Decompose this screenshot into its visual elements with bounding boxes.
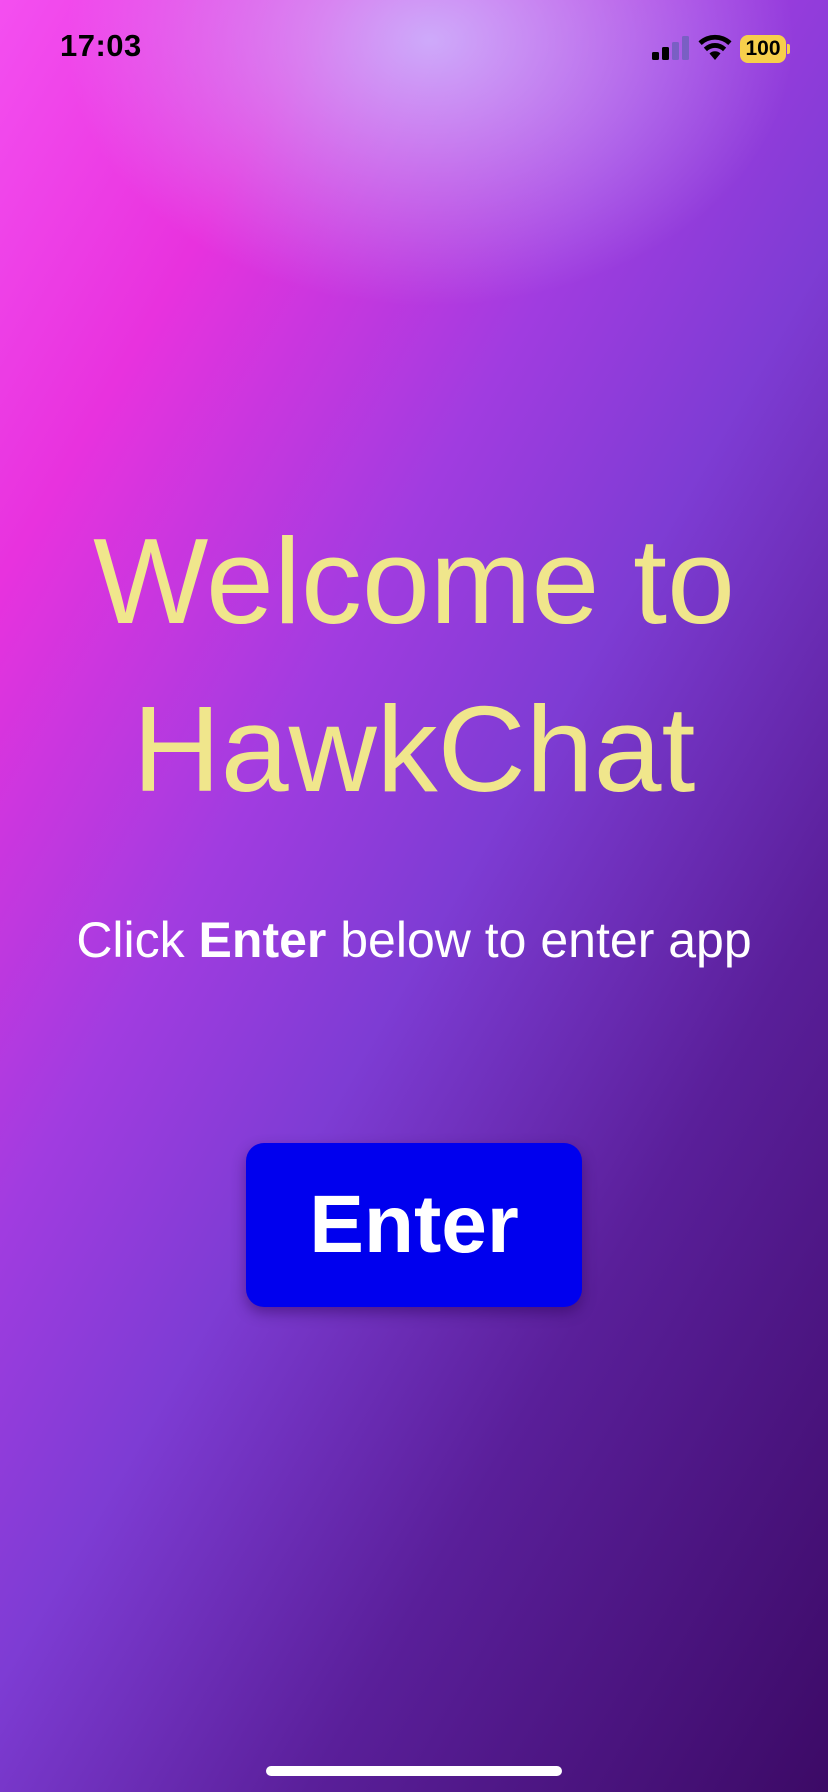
welcome-title-line2: HawkChat: [132, 681, 696, 817]
welcome-title: Welcome to HawkChat: [0, 497, 828, 833]
instruction-suffix: below to enter app: [326, 912, 752, 968]
battery-level: 100: [745, 37, 781, 60]
instruction-text: Click Enter below to enter app: [0, 910, 828, 970]
welcome-title-line1: Welcome to: [93, 513, 735, 649]
instruction-emphasis: Enter: [198, 912, 327, 968]
battery-icon: 100: [740, 35, 790, 63]
wifi-icon: [698, 34, 732, 60]
enter-button[interactable]: Enter: [246, 1143, 582, 1307]
cellular-signal-icon: [652, 36, 689, 60]
home-indicator[interactable]: [266, 1766, 562, 1776]
instruction-prefix: Click: [76, 912, 199, 968]
status-bar: 17:03 100: [0, 0, 828, 100]
status-time: 17:03: [60, 28, 142, 63]
